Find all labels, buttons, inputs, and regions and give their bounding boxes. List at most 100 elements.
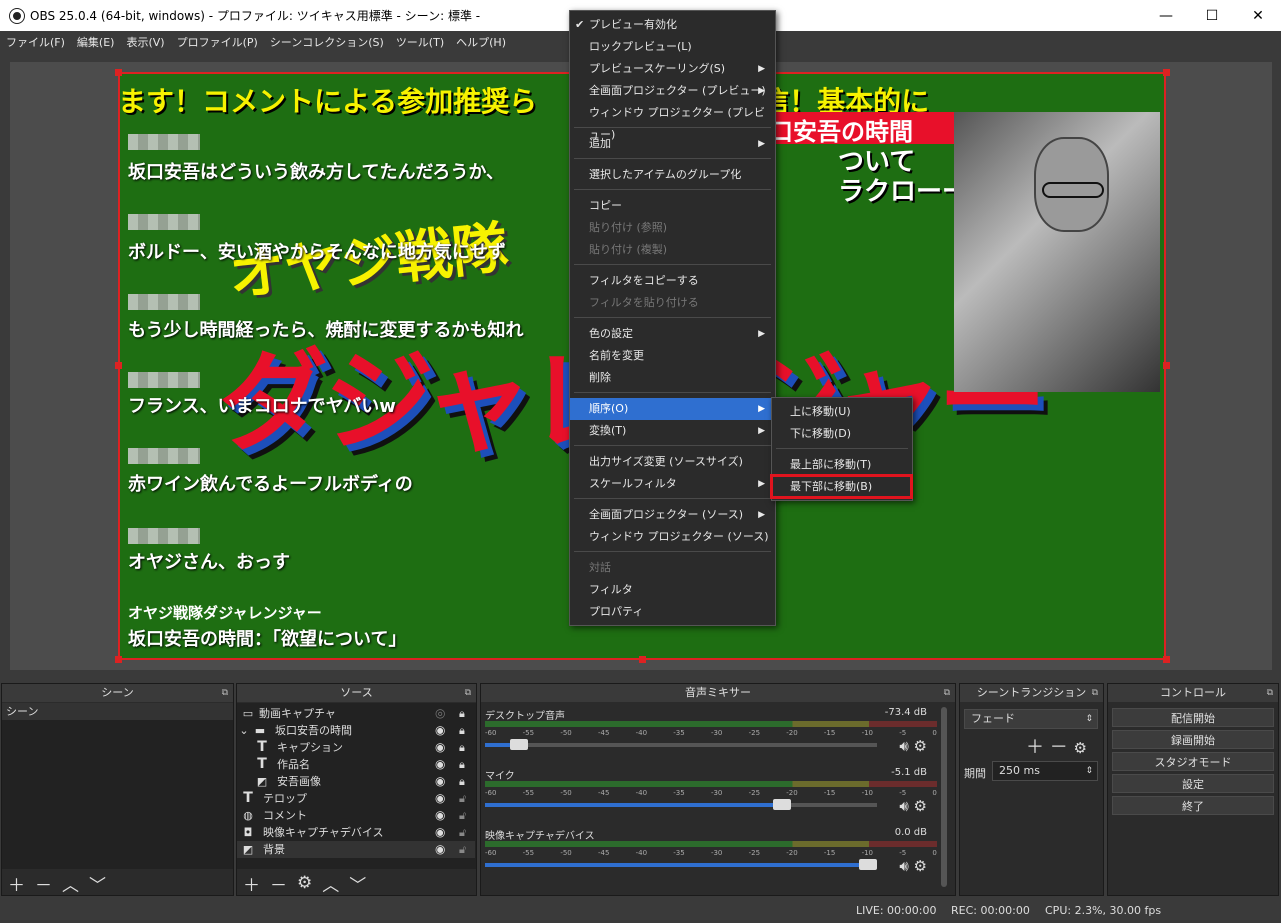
menu-item-rename[interactable]: 名前を変更 (570, 345, 775, 367)
resize-handle[interactable] (1163, 69, 1170, 76)
menu-item-color[interactable]: 色の設定 ▶ (570, 323, 775, 345)
menu-item-scale-filter[interactable]: スケールフィルタ ▶ (570, 473, 775, 495)
menu-item-move-top[interactable]: 最上部に移動(T) (772, 454, 912, 476)
gear-icon[interactable]: ⚙ (914, 797, 927, 815)
source-item[interactable]: ⌄ ▬ 坂口安吾の時間 ◉ 🔒︎ (237, 722, 475, 739)
start-streaming-button[interactable]: 配信開始 (1112, 708, 1274, 727)
resize-handle[interactable] (1163, 362, 1170, 369)
transition-select[interactable]: フェード ⇕ (964, 709, 1098, 729)
menu-view[interactable]: 表示(V) (120, 34, 170, 50)
resize-handle[interactable] (115, 362, 122, 369)
menu-item-lock-preview[interactable]: ロックプレビュー(L) (570, 36, 775, 58)
menu-item-window-projector-preview[interactable]: ウィンドウ プロジェクター (プレビュー) (570, 102, 775, 141)
maximize-button[interactable]: ☐ (1189, 0, 1235, 31)
lock-icon[interactable]: 🔒︎ (459, 705, 465, 722)
eye-icon[interactable]: ◉ (435, 773, 445, 790)
volume-slider[interactable] (485, 799, 877, 810)
unlock-icon[interactable]: 🔓︎ (459, 824, 466, 841)
lock-icon[interactable]: 🔒︎ (459, 756, 465, 773)
gear-icon[interactable]: ⚙ (914, 857, 927, 875)
gear-icon[interactable]: ⚙ (914, 737, 927, 755)
lock-icon[interactable]: 🔒︎ (459, 773, 465, 790)
menu-item-copy-filters[interactable]: フィルタをコピーする (570, 270, 775, 292)
eye-icon[interactable]: ◉ (435, 841, 445, 858)
move-up-icon[interactable]: ︿ (62, 871, 79, 896)
mixer-scrollbar[interactable] (941, 707, 947, 887)
settings-button[interactable]: 設定 (1112, 774, 1274, 793)
lock-icon[interactable]: 🔒︎ (459, 739, 465, 756)
move-down-icon[interactable]: ﹀ (349, 871, 366, 896)
menu-item-paste-dup[interactable]: 貼り付け (複製) (570, 239, 775, 261)
menu-item-preview-scaling[interactable]: プレビュースケーリング(S) ▶ (570, 58, 775, 80)
menu-item-paste-ref[interactable]: 貼り付け (参照) (570, 217, 775, 239)
add-icon[interactable]: ＋ (8, 871, 25, 896)
menu-item-properties[interactable]: プロパティ (570, 601, 775, 623)
remove-icon[interactable]: － (270, 871, 287, 896)
menu-item-move-up[interactable]: 上に移動(U) (772, 401, 912, 423)
float-icon[interactable]: ⧉ (222, 684, 228, 702)
menu-edit[interactable]: 編集(E) (71, 34, 121, 50)
menu-tools[interactable]: ツール(T) (390, 34, 450, 50)
menu-item-enable-preview[interactable]: ✔ プレビュー有効化 (570, 14, 775, 36)
menu-file[interactable]: ファイル(F) (0, 34, 71, 50)
volume-slider[interactable] (485, 859, 877, 870)
chevron-down-icon[interactable]: ⌄ (237, 722, 251, 739)
source-item[interactable]: ◍ コメント ◉ 🔓︎ (237, 807, 475, 824)
source-item-selected[interactable]: ◩ 背景 ◉ 🔓︎ (237, 841, 475, 858)
lock-icon[interactable]: 🔒︎ (459, 722, 465, 739)
menu-item-filters[interactable]: フィルタ (570, 579, 775, 601)
source-item[interactable]: ◩ 安吾画像 ◉ 🔒︎ (237, 773, 475, 790)
source-item[interactable]: T 作品名 ◉ 🔒︎ (237, 756, 475, 773)
eye-icon[interactable]: ◉ (435, 790, 445, 807)
source-item[interactable]: T キャプション ◉ 🔒︎ (237, 739, 475, 756)
menu-item-window-projector-source[interactable]: ウィンドウ プロジェクター (ソース) (570, 526, 775, 548)
resize-handle[interactable] (115, 69, 122, 76)
source-item[interactable]: ▭ 動画キャプチャ ◎ 🔒︎ (237, 705, 475, 722)
menu-item-transform[interactable]: 変換(T) ▶ (570, 420, 775, 442)
speaker-icon[interactable]: 🔊︎ (899, 737, 908, 755)
scene-item[interactable]: シーン (2, 703, 233, 720)
eye-icon[interactable]: ◉ (435, 824, 445, 841)
studio-mode-button[interactable]: スタジオモード (1112, 752, 1274, 771)
slider-knob[interactable] (772, 799, 791, 810)
gear-icon[interactable]: ⚙ (297, 873, 312, 893)
volume-slider[interactable] (485, 739, 877, 750)
resize-handle[interactable] (115, 656, 122, 663)
float-icon[interactable]: ⧉ (944, 684, 950, 702)
resize-handle[interactable] (1163, 656, 1170, 663)
menu-item-fullscreen-projector-preview[interactable]: 全画面プロジェクター (プレビュー) ▶ (570, 80, 775, 102)
unlock-icon[interactable]: 🔓︎ (459, 841, 466, 858)
eye-icon[interactable]: ◉ (435, 756, 445, 773)
source-item[interactable]: ◘ 映像キャプチャデバイス ◉ 🔓︎ (237, 824, 475, 841)
slider-knob[interactable] (510, 739, 529, 750)
eye-hidden-icon[interactable]: ◎ (435, 705, 445, 722)
duration-input[interactable]: 250 ms ⇕ (992, 761, 1098, 781)
menu-item-resize-output[interactable]: 出力サイズ変更 (ソースサイズ) (570, 451, 775, 473)
menu-profile[interactable]: プロファイル(P) (171, 34, 264, 50)
menu-item-interact[interactable]: 対話 (570, 557, 775, 579)
source-item[interactable]: T テロップ ◉ 🔓︎ (237, 790, 475, 807)
unlock-icon[interactable]: 🔓︎ (459, 790, 466, 807)
menu-scene-collection[interactable]: シーンコレクション(S) (264, 34, 390, 50)
move-up-icon[interactable]: ︿ (322, 871, 339, 896)
menu-item-delete[interactable]: 削除 (570, 367, 775, 389)
slider-knob[interactable] (859, 859, 877, 870)
minimize-button[interactable]: — (1143, 0, 1189, 31)
exit-button[interactable]: 終了 (1112, 796, 1274, 815)
remove-icon[interactable]: － (1050, 737, 1068, 758)
float-icon[interactable]: ⧉ (1267, 684, 1273, 702)
remove-icon[interactable]: － (35, 871, 52, 896)
menu-item-move-down[interactable]: 下に移動(D) (772, 423, 912, 445)
menu-item-paste-filters[interactable]: フィルタを貼り付ける (570, 292, 775, 314)
add-icon[interactable]: ＋ (243, 871, 260, 896)
menu-item-group-selected[interactable]: 選択したアイテムのグループ化 (570, 164, 775, 186)
menu-item-copy[interactable]: コピー (570, 195, 775, 217)
speaker-icon[interactable]: 🔊︎ (899, 857, 908, 875)
resize-handle[interactable] (639, 656, 646, 663)
float-icon[interactable]: ⧉ (1092, 684, 1098, 702)
menu-item-fullscreen-projector-source[interactable]: 全画面プロジェクター (ソース) ▶ (570, 504, 775, 526)
start-recording-button[interactable]: 録画開始 (1112, 730, 1274, 749)
float-icon[interactable]: ⧉ (465, 684, 471, 702)
spin-icon[interactable]: ⇕ (1085, 762, 1093, 780)
move-down-icon[interactable]: ﹀ (89, 871, 106, 896)
